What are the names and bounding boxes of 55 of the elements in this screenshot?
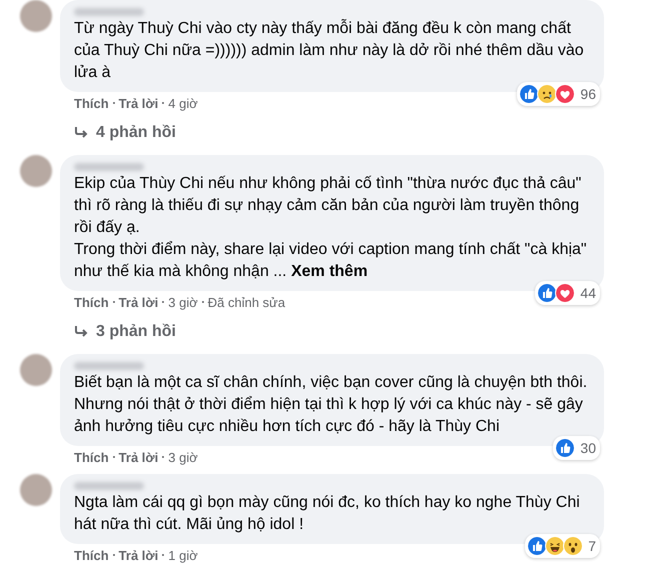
comment-text: Biết bạn là một ca sĩ chân chính, việc bạn cover cũng là chuyện bth thôi. Nhưng nói thật ở thời điểm hiện tại thì k hợp lý với ca khúc này - sẽ gây ảnh hưởng tiêu cực nhiều hơn tích cực đó - hãy là Thùy Chi	[74, 373, 588, 437]
blurred-name	[74, 362, 144, 370]
surprised-face-reaction-icon	[563, 536, 584, 556]
blurred-name	[74, 8, 144, 16]
reply-arrow-icon	[74, 127, 88, 139]
heart-reaction-icon	[555, 283, 576, 303]
reaction-count: 7	[588, 538, 596, 554]
like-reaction-icon	[537, 283, 558, 303]
reply-link[interactable]: Trả lời	[118, 294, 158, 310]
dot-separator	[112, 102, 115, 104]
reaction-count: 30	[580, 440, 596, 456]
avatar[interactable]	[20, 0, 52, 32]
reaction-summary[interactable]: 44	[535, 281, 600, 305]
reaction-count: 44	[580, 285, 596, 301]
dot-separator	[112, 554, 115, 556]
avatar[interactable]	[20, 155, 52, 187]
avatar[interactable]	[20, 354, 52, 386]
comment-text: Từ ngày Thuỳ Chi vào cty này thấy mỗi bài đăng đều k còn mang chất của Thuỳ Chi nữa =)))))) admin làm như này là dở rồi nhé thêm dầu vào lửa à	[74, 18, 585, 83]
dot-separator	[162, 102, 164, 104]
like-reaction-icon	[519, 84, 540, 104]
blurred-name	[74, 163, 144, 171]
blurred-name	[74, 482, 144, 490]
comment-text: Ngta làm cái qq gì bọn mày cũng nói đc, ko thích hay ko nghe Thùy Chi hát nữa thì cút. Mãi ủng hộ idol !	[74, 493, 581, 535]
reply-link[interactable]: Trả lời	[118, 96, 158, 110]
laughing-face-reaction-icon	[545, 536, 566, 556]
edited-label: Đã chỉnh sửa	[208, 294, 286, 310]
sad-face-reaction-icon	[537, 84, 558, 104]
reaction-summary[interactable]: 30	[553, 436, 600, 460]
dot-separator	[162, 456, 164, 458]
avatar[interactable]	[20, 474, 52, 506]
reaction-summary[interactable]: 7	[525, 534, 600, 558]
reply-arrow-icon	[74, 326, 88, 338]
reply-link[interactable]: Trả lời	[118, 548, 158, 562]
dot-separator	[202, 301, 204, 303]
reaction-count: 96	[580, 86, 596, 102]
like-link[interactable]: Thích	[74, 548, 109, 562]
like-reaction-icon	[527, 536, 548, 556]
like-link[interactable]: Thích	[74, 450, 109, 464]
like-reaction-icon	[555, 438, 576, 458]
timestamp[interactable]: 3 giờ	[168, 294, 198, 310]
heart-reaction-icon	[555, 84, 576, 104]
reply-link[interactable]: Trả lời	[118, 450, 158, 464]
dot-separator	[112, 456, 115, 458]
dot-separator	[162, 554, 164, 556]
reaction-summary[interactable]: 96	[517, 82, 600, 106]
comment-text: Ekip của Thùy Chi nếu như không phải cố tình "thừa nước đục thả câu" thì rõ ràng là thiếu đi sự nhạy cảm căn bản của người làm truyền thông rồi đấy ạ. Trong thời điểm này, share lại video với caption mang tính chất "cà khịa" như thế kia mà không nhận ... Xem thêm	[74, 174, 588, 282]
view-replies-button[interactable]: 4 phản hồi	[74, 123, 176, 143]
dot-separator	[162, 301, 164, 303]
dot-separator	[112, 301, 115, 303]
timestamp[interactable]: 1 giờ	[168, 548, 198, 562]
timestamp[interactable]: 3 giờ	[168, 450, 198, 464]
view-replies-button[interactable]: 3 phản hồi	[74, 322, 176, 342]
like-link[interactable]: Thích	[74, 96, 109, 110]
timestamp[interactable]: 4 giờ	[168, 96, 198, 110]
like-link[interactable]: Thích	[74, 294, 109, 310]
